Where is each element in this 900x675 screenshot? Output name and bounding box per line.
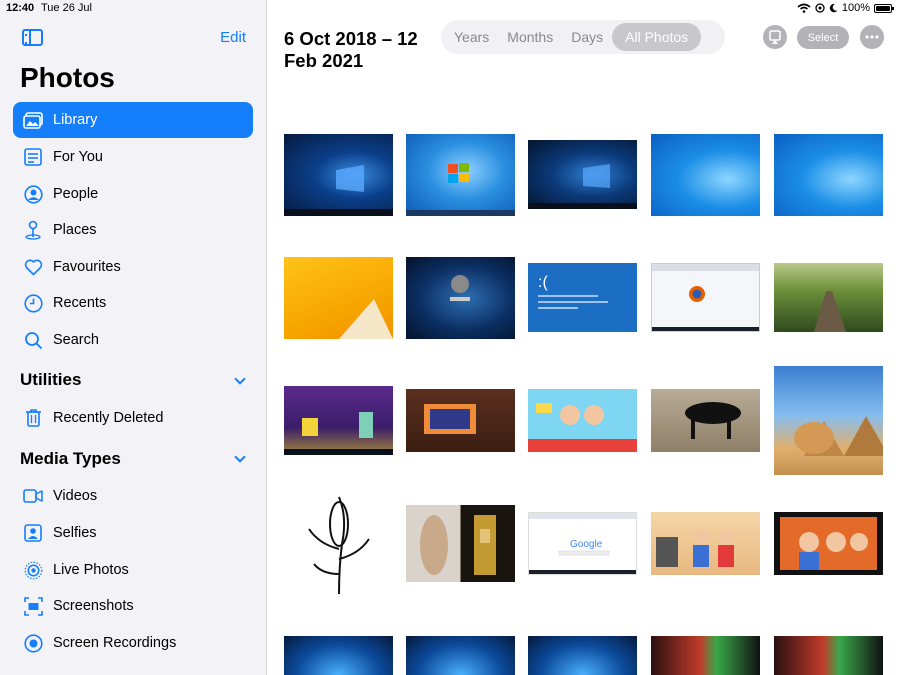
sidebar-item-live-photos[interactable]: Live Photos	[13, 552, 253, 588]
sidebar-item-places[interactable]: Places	[13, 212, 253, 248]
photo-thumbnail[interactable]	[528, 389, 637, 452]
segment-years[interactable]: Years	[445, 29, 498, 45]
video-icon	[23, 486, 43, 506]
sidebar-item-label: Favourites	[53, 259, 121, 275]
sidebar-item-favourites[interactable]: Favourites	[13, 249, 253, 285]
heart-icon	[23, 257, 43, 277]
photo-thumbnail[interactable]	[406, 505, 515, 582]
svg-text:Google: Google	[570, 539, 603, 550]
photo-thumbnail[interactable]	[284, 489, 393, 598]
sidebar-item-label: Recently Deleted	[53, 410, 164, 426]
sidebar-title: Photos	[20, 62, 115, 93]
screen-recording-icon	[23, 633, 43, 653]
photo-thumbnail[interactable]	[528, 636, 637, 675]
search-icon	[23, 330, 43, 350]
moon-icon	[829, 3, 838, 13]
select-button[interactable]: Select	[797, 26, 849, 49]
status-date: Tue 26 Jul	[41, 2, 92, 14]
photo-thumbnail[interactable]	[774, 134, 883, 216]
airplay-button[interactable]	[763, 25, 787, 49]
photo-thumbnail[interactable]	[528, 140, 637, 209]
photo-thumbnail[interactable]	[651, 512, 760, 575]
sidebar-item-search[interactable]: Search	[13, 322, 253, 358]
battery-percent: 100%	[841, 2, 870, 14]
photo-thumbnail[interactable]	[774, 263, 883, 332]
utilities-header[interactable]: Utilities	[20, 370, 81, 390]
segment-days[interactable]: Days	[562, 29, 612, 45]
airplay-icon	[769, 30, 781, 44]
battery-icon	[874, 3, 894, 13]
status-time: 12:40	[6, 2, 35, 14]
media-types-header[interactable]: Media Types	[20, 449, 121, 469]
places-icon	[23, 220, 43, 240]
sidebar-item-label: Places	[53, 222, 97, 238]
sidebar-item-library[interactable]: Library	[13, 102, 253, 138]
wifi-icon	[797, 3, 811, 13]
location-lock-icon	[815, 3, 825, 13]
segment-months[interactable]: Months	[498, 29, 562, 45]
chevron-down-icon[interactable]	[234, 451, 246, 463]
clock-icon	[23, 293, 43, 313]
sidebar-item-label: For You	[53, 149, 103, 165]
photo-thumbnail[interactable]	[406, 389, 515, 452]
photo-thumbnail[interactable]	[406, 134, 515, 216]
photo-thumbnail[interactable]	[284, 636, 393, 675]
screenshot-icon	[23, 596, 43, 616]
sidebar-item-for-you[interactable]: For You	[13, 139, 253, 175]
sidebar-item-label: Live Photos	[53, 562, 129, 578]
sidebar-item-label: Library	[53, 112, 98, 128]
chevron-down-icon[interactable]	[234, 373, 246, 385]
trash-icon	[23, 408, 43, 428]
more-button[interactable]	[860, 25, 884, 49]
for-you-icon	[23, 147, 43, 167]
photo-thumbnail[interactable]	[406, 257, 515, 339]
edit-button[interactable]: Edit	[220, 29, 246, 46]
library-view: 6 Oct 2018 – 12 Feb 2021 Years Months Da…	[268, 0, 900, 675]
sidebar-item-screen-recordings[interactable]: Screen Recordings	[13, 625, 253, 661]
photo-thumbnail[interactable]	[406, 636, 515, 675]
photo-thumbnail[interactable]: Google	[528, 512, 637, 575]
date-range-title: 6 Oct 2018 – 12 Feb 2021	[284, 28, 418, 71]
photo-thumbnail[interactable]	[651, 389, 760, 452]
library-icon	[23, 110, 43, 130]
view-segmented-control: Years Months Days All Photos	[441, 20, 725, 54]
sidebar-item-label: Search	[53, 332, 99, 348]
sidebar-item-recents[interactable]: Recents	[13, 285, 253, 321]
selfie-icon	[23, 523, 43, 543]
sidebar: Edit Photos Library For You People Place…	[0, 0, 267, 675]
photo-thumbnail[interactable]: :(	[528, 263, 637, 332]
photo-thumbnail[interactable]	[284, 134, 393, 216]
sidebar-item-label: People	[53, 186, 99, 202]
live-photo-icon	[23, 560, 43, 580]
status-indicators: 100%	[797, 2, 894, 14]
photo-thumbnail[interactable]	[651, 134, 760, 216]
svg-text::(: :(	[538, 274, 548, 291]
sidebar-item-selfies[interactable]: Selfies	[13, 515, 253, 551]
photo-thumbnail[interactable]	[284, 257, 393, 339]
photo-thumbnail[interactable]	[774, 512, 883, 575]
status-bar: 12:40 Tue 26 Jul 100%	[0, 0, 900, 18]
sidebar-toggle-icon[interactable]	[22, 29, 43, 46]
sidebar-item-screenshots[interactable]: Screenshots	[13, 588, 253, 624]
photo-thumbnail[interactable]	[774, 366, 883, 475]
sidebar-item-recently-deleted[interactable]: Recently Deleted	[13, 400, 253, 436]
photo-thumbnail[interactable]	[651, 263, 760, 332]
sidebar-item-label: Recents	[53, 295, 107, 311]
ellipsis-icon	[865, 35, 879, 39]
sidebar-item-videos[interactable]: Videos	[13, 478, 253, 514]
sidebar-item-label: Selfies	[53, 525, 97, 541]
sidebar-item-label: Screenshots	[53, 598, 134, 614]
photo-thumbnail[interactable]	[651, 636, 760, 675]
photo-thumbnail[interactable]	[774, 636, 883, 675]
sidebar-item-label: Screen Recordings	[53, 635, 177, 651]
photo-thumbnail[interactable]	[284, 386, 393, 455]
sidebar-item-label: Videos	[53, 488, 98, 504]
sidebar-item-people[interactable]: People	[13, 176, 253, 212]
segment-all-photos[interactable]: All Photos	[612, 23, 702, 51]
people-icon	[23, 184, 43, 204]
